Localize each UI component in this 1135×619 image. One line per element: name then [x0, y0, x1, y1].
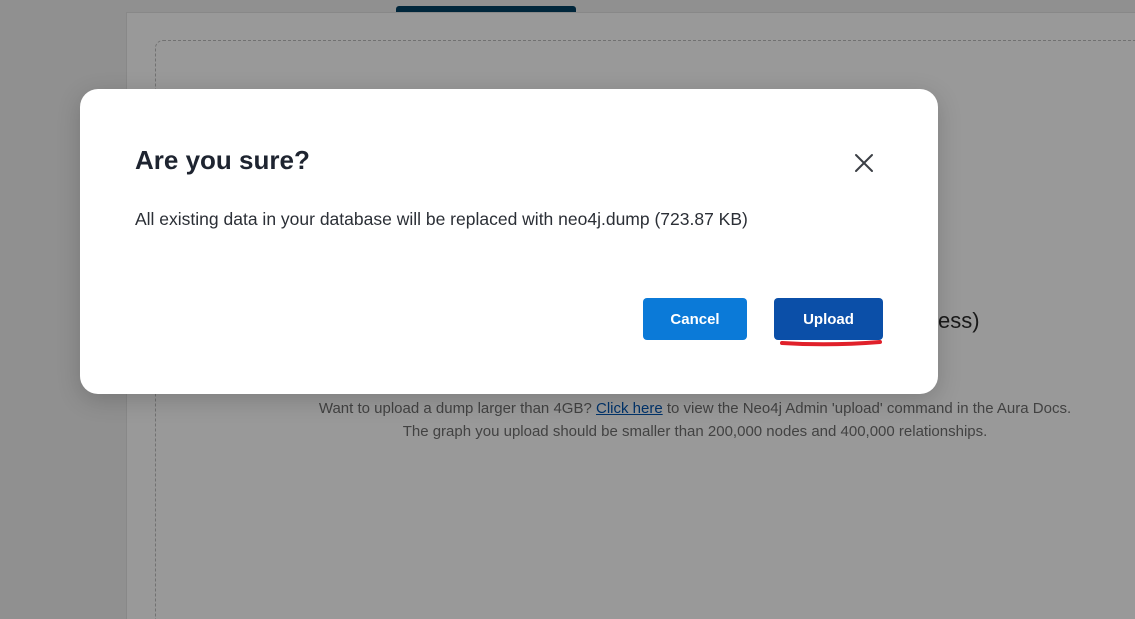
close-icon	[855, 154, 873, 172]
cancel-button[interactable]: Cancel	[643, 298, 747, 340]
dialog-title: Are you sure?	[135, 145, 310, 175]
upload-button[interactable]: Upload	[774, 298, 883, 340]
close-button[interactable]	[852, 151, 876, 175]
confirm-dialog: Are you sure? All existing data in your …	[80, 89, 938, 394]
dialog-message: All existing data in your database will …	[135, 209, 748, 229]
